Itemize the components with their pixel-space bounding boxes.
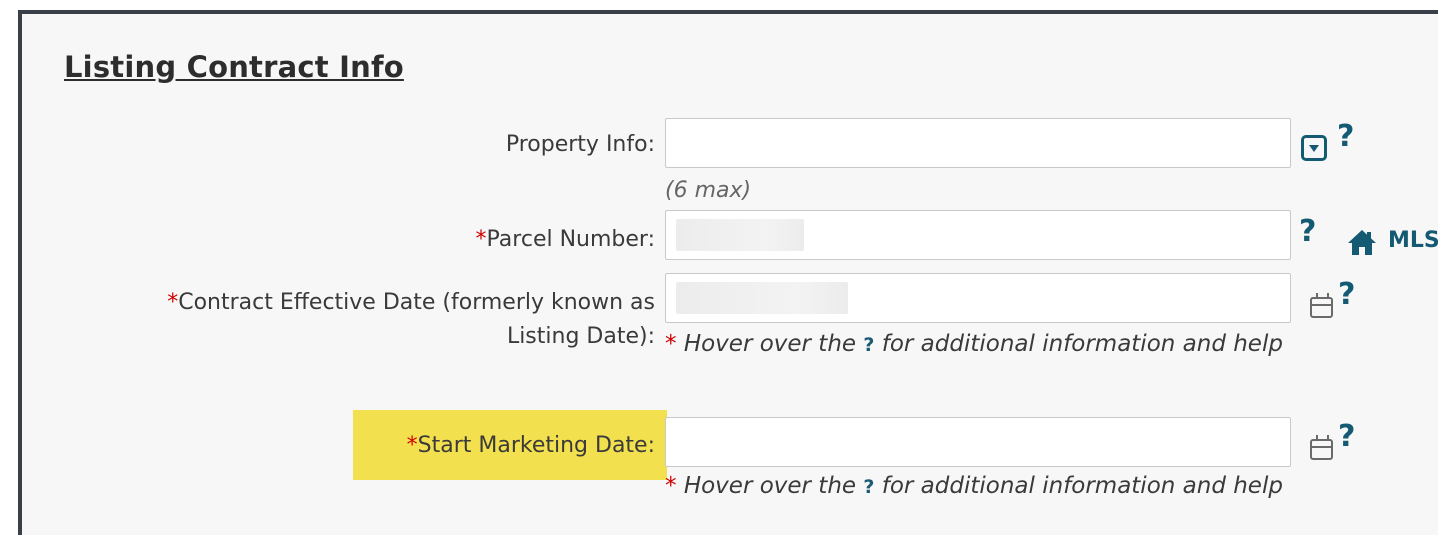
top-frame [0,0,1438,10]
parcel-number-label-text: Parcel Number: [486,227,655,252]
contract-effective-date-help-icon[interactable]: ? [1338,280,1355,310]
help-note-marker: * [665,473,677,499]
help-note-question-icon: ? [863,334,875,356]
listing-contract-panel: Listing Contract Info Property Info: ? (… [18,10,1438,535]
required-marker: * [406,433,418,458]
mls-link[interactable]: MLS [1388,228,1438,253]
contract-effective-date-field[interactable] [665,273,1291,323]
help-note: * Hover over the ? for additional inform… [665,326,1305,363]
property-info-hint: (6 max) [665,178,752,203]
help-note-after: for additional information and help [881,331,1283,357]
property-info-field[interactable] [665,118,1291,168]
dropdown-box-icon[interactable] [1301,135,1327,161]
help-note-question-icon: ? [863,476,875,498]
redacted-value [676,282,848,314]
calendar-icon[interactable] [1310,293,1333,318]
section-title: Listing Contract Info [64,50,404,84]
help-note-marker: * [665,331,677,357]
help-note-before: Hover over the [683,331,857,357]
property-info-label-text: Property Info: [505,132,655,157]
start-marketing-date-field[interactable] [665,417,1291,467]
required-marker: * [475,227,487,252]
parcel-number-help-icon[interactable]: ? [1299,217,1316,247]
required-marker: * [167,290,179,315]
start-marketing-date-label: *Start Marketing Date: [407,433,655,458]
help-note: * Hover over the ? for additional inform… [665,468,1305,505]
start-marketing-date-help-icon[interactable]: ? [1338,422,1355,452]
help-note-before: Hover over the [683,473,857,499]
redacted-value [676,219,804,251]
home-icon[interactable] [1347,228,1377,256]
parcel-number-field[interactable] [665,210,1291,260]
contract-effective-date-label-line1: *Contract Effective Date (formerly known… [167,290,655,315]
parcel-number-label: *Parcel Number: [476,227,655,252]
help-note-after: for additional information and help [881,473,1283,499]
contract-effective-date-label-text: Contract Effective Date (formerly known … [178,290,655,315]
property-info-label: Property Info: [506,132,655,157]
calendar-icon[interactable] [1310,435,1333,460]
contract-effective-date-label-line2: Listing Date): [506,324,655,349]
property-info-help-icon[interactable]: ? [1337,122,1354,152]
start-marketing-date-label-text: Start Marketing Date: [417,433,655,458]
